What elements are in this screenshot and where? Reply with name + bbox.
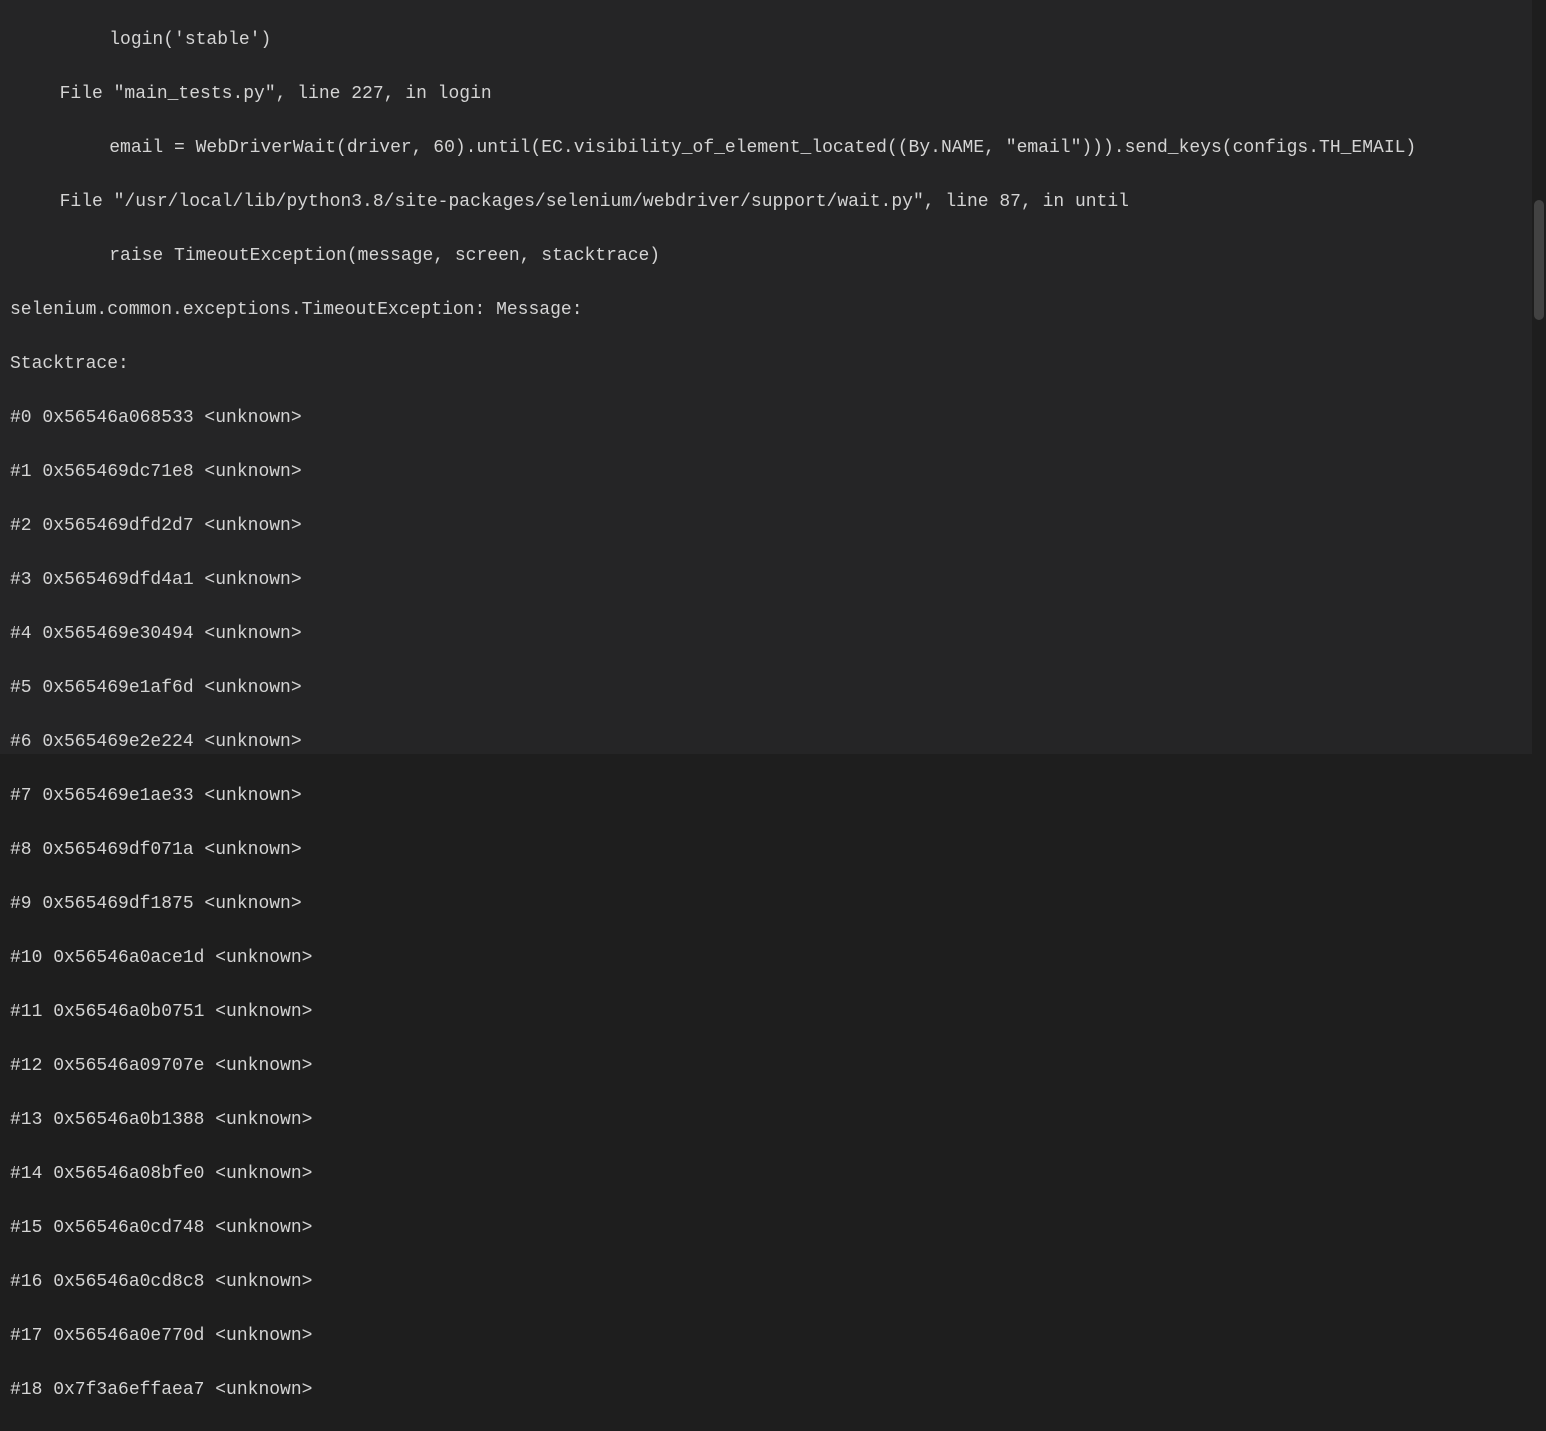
stack-frame: #3 0x565469dfd4a1 <unknown> xyxy=(10,567,1522,594)
stack-frame: #9 0x565469df1875 <unknown> xyxy=(10,891,1522,918)
stack-frame: #2 0x565469dfd2d7 <unknown> xyxy=(10,513,1522,540)
stack-frame: #18 0x7f3a6effaea7 <unknown> xyxy=(10,1377,1522,1404)
stack-frame: #17 0x56546a0e770d <unknown> xyxy=(10,1323,1522,1350)
terminal-output[interactable]: login('stable') File "main_tests.py", li… xyxy=(0,0,1546,754)
stack-frame: #14 0x56546a08bfe0 <unknown> xyxy=(10,1161,1522,1188)
traceback-file-line: File "main_tests.py", line 227, in login xyxy=(10,81,1522,108)
stacktrace-header: Stacktrace: xyxy=(10,351,1522,378)
scrollbar-track[interactable] xyxy=(1532,0,1546,754)
stack-frame: #13 0x56546a0b1388 <unknown> xyxy=(10,1107,1522,1134)
stack-frame: #5 0x565469e1af6d <unknown> xyxy=(10,675,1522,702)
scrollbar-thumb[interactable] xyxy=(1534,200,1544,320)
exception-message: selenium.common.exceptions.TimeoutExcept… xyxy=(10,297,1522,324)
stack-frame: #12 0x56546a09707e <unknown> xyxy=(10,1053,1522,1080)
traceback-code-line: raise TimeoutException(message, screen, … xyxy=(10,243,1522,270)
traceback-line: login('stable') xyxy=(10,27,1522,54)
traceback-file-line: File "/usr/local/lib/python3.8/site-pack… xyxy=(10,189,1522,216)
stack-frame: #16 0x56546a0cd8c8 <unknown> xyxy=(10,1269,1522,1296)
stack-frame: #7 0x565469e1ae33 <unknown> xyxy=(10,783,1522,810)
stack-frame: #4 0x565469e30494 <unknown> xyxy=(10,621,1522,648)
stack-frame: #1 0x565469dc71e8 <unknown> xyxy=(10,459,1522,486)
stack-frame: #0 0x56546a068533 <unknown> xyxy=(10,405,1522,432)
stack-frame: #6 0x565469e2e224 <unknown> xyxy=(10,729,1522,756)
stack-frame: #11 0x56546a0b0751 <unknown> xyxy=(10,999,1522,1026)
stack-frame: #15 0x56546a0cd748 <unknown> xyxy=(10,1215,1522,1242)
traceback-code-line: email = WebDriverWait(driver, 60).until(… xyxy=(10,135,1522,162)
stack-frame: #8 0x565469df071a <unknown> xyxy=(10,837,1522,864)
stack-frame: #10 0x56546a0ace1d <unknown> xyxy=(10,945,1522,972)
